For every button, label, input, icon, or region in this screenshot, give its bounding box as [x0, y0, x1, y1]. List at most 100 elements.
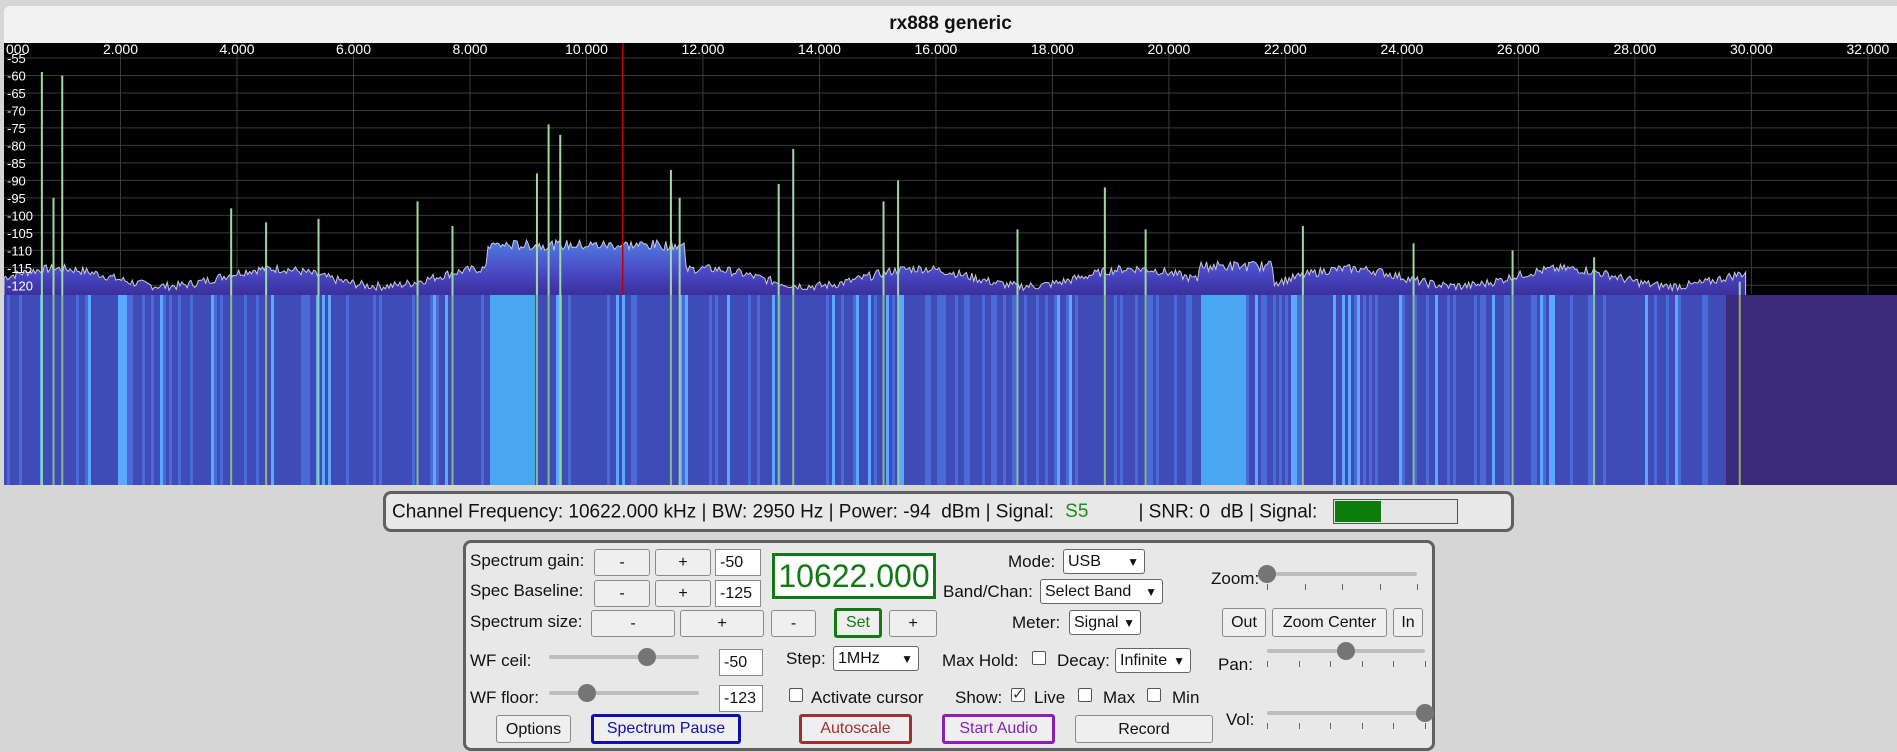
waterfall-column: [1351, 295, 1354, 485]
spectrum-size-plus-button[interactable]: +: [680, 610, 764, 637]
show-max-checkbox[interactable]: [1078, 688, 1092, 702]
waterfall-column: [1327, 295, 1330, 485]
spectrum-gain-plus-button[interactable]: +: [655, 549, 711, 576]
pan-slider[interactable]: [1267, 641, 1426, 667]
waterfall-column: [70, 295, 73, 485]
x-tick-label: 22.000: [1264, 43, 1307, 57]
wf-ceil-slider-thumb[interactable]: [637, 648, 656, 666]
show-live-checkbox[interactable]: [1011, 685, 1025, 703]
zoom-center-button[interactable]: Zoom Center: [1272, 608, 1387, 637]
waterfall-column: [217, 295, 220, 485]
waterfall-column: [1573, 295, 1576, 485]
waterfall-column: [691, 295, 694, 485]
spectrum-chart[interactable]: 2.000 4.000 6.000 8.000 10.000 12.000 14.000 16…: [4, 43, 1897, 485]
waterfall-column: [589, 295, 592, 485]
waterfall-column: [1723, 295, 1726, 485]
band-select[interactable]: Select Band ▼: [1040, 579, 1163, 604]
waterfall-column: [1675, 295, 1678, 485]
waterfall-column: [1540, 295, 1543, 485]
waterfall-column: [1024, 295, 1027, 485]
decay-select[interactable]: Infinite ▼: [1115, 648, 1191, 673]
max-hold-checkbox[interactable]: [1032, 651, 1046, 665]
waterfall-column: [1384, 295, 1387, 485]
waterfall-column: [1684, 295, 1687, 485]
waterfall-column: [406, 295, 409, 485]
waterfall-column: [1027, 295, 1030, 485]
waterfall-column: [859, 295, 862, 485]
start-audio-button[interactable]: Start Audio: [942, 714, 1055, 744]
mode-select[interactable]: USB ▼: [1063, 549, 1145, 574]
waterfall-column: [1621, 295, 1624, 485]
waterfall-column: [526, 295, 529, 485]
waterfall-column: [481, 295, 484, 485]
waterfall-column: [766, 295, 769, 485]
spectrum-gain-minus-button[interactable]: -: [594, 549, 650, 576]
slider-tick: [1304, 584, 1306, 590]
waterfall-display[interactable]: [4, 295, 1897, 485]
spec-baseline-minus-button[interactable]: -: [594, 580, 650, 607]
y-tick-label: -100: [7, 208, 33, 223]
step-select[interactable]: 1MHz ▼: [833, 646, 919, 671]
chevron-down-icon: ▼: [1173, 654, 1185, 668]
waterfall-column: [1537, 295, 1540, 485]
zoom-slider-thumb[interactable]: [1258, 565, 1276, 583]
activate-cursor-checkbox[interactable]: [789, 688, 803, 702]
frequency-minus-button[interactable]: -: [771, 610, 816, 637]
waterfall-column: [424, 295, 427, 485]
waterfall-column: [985, 295, 988, 485]
waterfall-column: [1063, 295, 1066, 485]
meter-select[interactable]: Signal ▼: [1069, 610, 1141, 635]
y-tick-label: -115: [7, 261, 32, 276]
waterfall-column: [1237, 295, 1240, 485]
zoom-slider[interactable]: [1258, 564, 1418, 590]
y-tick-label: -120: [7, 278, 33, 293]
x-tick-label: 2.000: [103, 43, 138, 57]
waterfall-column: [1021, 295, 1024, 485]
chevron-down-icon: ▼: [1145, 585, 1157, 599]
waterfall-column: [211, 295, 214, 485]
waterfall-column: [268, 295, 271, 485]
pan-slider-thumb[interactable]: [1337, 642, 1355, 660]
wf-floor-slider-thumb[interactable]: [577, 684, 596, 702]
waterfall-column: [1660, 295, 1663, 485]
waterfall-column: [1453, 295, 1456, 485]
wf-ceil-input[interactable]: -50: [719, 649, 763, 676]
waterfall-column: [865, 295, 868, 485]
waterfall-column: [955, 295, 958, 485]
zoom-out-button[interactable]: Out: [1222, 608, 1266, 637]
vol-slider-thumb[interactable]: [1416, 704, 1434, 722]
options-button[interactable]: Options: [496, 715, 571, 743]
frequency-plus-button[interactable]: +: [889, 610, 937, 637]
show-min-checkbox[interactable]: [1147, 688, 1161, 702]
spectrum-gain-input[interactable]: -50: [715, 549, 761, 576]
record-button[interactable]: Record: [1075, 715, 1213, 743]
wf-ceil-slider[interactable]: [549, 647, 699, 667]
vol-slider[interactable]: [1267, 703, 1434, 729]
signal-meter: [1332, 499, 1458, 525]
wf-floor-slider[interactable]: [549, 683, 699, 703]
waterfall-column: [832, 295, 835, 485]
spectrum-pause-button[interactable]: Spectrum Pause: [591, 714, 741, 744]
spec-baseline-plus-button[interactable]: +: [655, 580, 711, 607]
zoom-in-button[interactable]: In: [1393, 608, 1423, 637]
autoscale-button[interactable]: Autoscale: [799, 714, 912, 744]
spectrum-size-minus-button[interactable]: -: [591, 610, 675, 637]
spec-baseline-input[interactable]: -125: [715, 580, 761, 607]
waterfall-column: [1507, 295, 1510, 485]
waterfall-column: [31, 295, 34, 485]
y-tick-label: -90: [7, 173, 26, 188]
waterfall-column: [1006, 295, 1009, 485]
waterfall-peak-stripe: [317, 295, 320, 485]
frequency-set-button[interactable]: Set: [834, 608, 882, 638]
waterfall-column: [841, 295, 844, 485]
waterfall-column: [787, 295, 790, 485]
waterfall-column: [379, 295, 382, 485]
decay-label: Decay:: [1057, 651, 1110, 670]
wf-floor-input[interactable]: -123: [719, 685, 763, 712]
spectrum-display[interactable]: 2.000 4.000 6.000 8.000 10.000 12.000 14.000 16…: [4, 43, 1897, 485]
frequency-display[interactable]: 10622.000: [772, 553, 936, 599]
waterfall-column: [1363, 295, 1366, 485]
y-tick-label: -75: [7, 121, 26, 136]
waterfall-column: [1372, 295, 1375, 485]
waterfall-column: [487, 295, 490, 485]
